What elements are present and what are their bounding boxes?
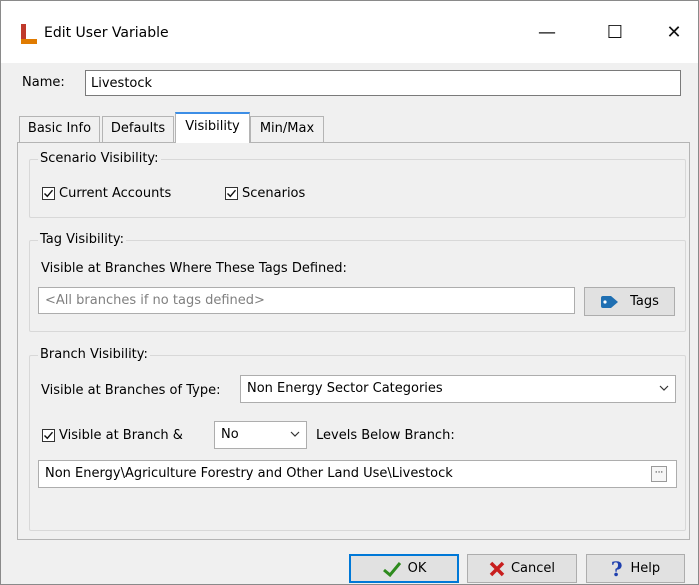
scenarios-label: Scenarios [242,186,306,201]
tab-visibility[interactable]: Visibility [175,112,250,143]
visible-at-branch-label: Visible at Branch & [59,428,183,443]
name-input[interactable] [85,70,681,96]
title-bar[interactable]: Edit User Variable — ☐ ✕ [1,1,698,63]
checkbox-box[interactable] [42,429,55,442]
close-button[interactable]: ✕ [651,17,697,49]
branch-type-dropdown[interactable]: Non Energy Sector Categories [240,375,676,403]
tab-defaults[interactable]: Defaults [102,116,174,143]
window-title: Edit User Variable [44,25,169,41]
branch-type-label: Visible at Branches of Type: [41,383,221,398]
minimize-button[interactable]: — [524,17,570,49]
dialog-window: Edit User Variable — ☐ ✕ Name: Basic Inf… [0,0,699,585]
checkbox-box[interactable] [225,187,238,200]
tab-basic-info[interactable]: Basic Info [19,116,100,143]
checkbox-box[interactable] [42,187,55,200]
current-accounts-label: Current Accounts [59,186,172,201]
scenarios-checkbox[interactable]: Scenarios [225,186,305,201]
cancel-button[interactable]: Cancel [467,554,577,583]
chevron-down-icon [659,385,669,391]
help-label: Help [630,561,661,576]
levels-dropdown[interactable]: No [214,421,307,449]
cancel-x-icon [489,561,505,576]
tags-button[interactable]: Tags [584,287,675,316]
branch-type-value: Non Energy Sector Categories [247,381,443,396]
levels-below-branch-label: Levels Below Branch: [316,428,455,443]
chevron-down-icon [290,431,300,437]
tags-button-label: Tags [630,294,659,309]
branch-visibility-title: Branch Visibility: [38,347,150,362]
current-accounts-checkbox[interactable]: Current Accounts [42,186,171,201]
branch-path-value: Non Energy\Agriculture Forestry and Othe… [45,466,453,481]
tab-min-max[interactable]: Min/Max [250,116,324,143]
browse-branch-button[interactable]: ··· [651,466,667,482]
tag-visibility-subtitle: Visible at Branches Where These Tags Def… [41,261,347,276]
checkmark-icon [382,561,401,577]
ok-label: OK [407,561,427,576]
checkmark-icon [44,189,54,198]
app-logo-icon [21,24,37,44]
checkmark-icon [44,431,54,440]
scenario-visibility-title: Scenario Visibility: [38,151,161,166]
cancel-label: Cancel [510,561,556,576]
tag-visibility-title: Tag Visibility: [38,232,127,247]
tags-field[interactable]: <All branches if no tags defined> [38,287,575,314]
tag-icon [601,295,619,308]
branch-path-field[interactable]: Non Energy\Agriculture Forestry and Othe… [38,460,677,488]
levels-value: No [221,427,239,442]
ok-button[interactable]: OK [349,554,459,583]
help-question-icon: ? [610,556,623,581]
maximize-button[interactable]: ☐ [592,17,638,49]
help-button[interactable]: ? Help [586,554,685,583]
tag-visibility-group [29,240,686,332]
name-label: Name: [22,75,65,90]
checkmark-icon [227,189,237,198]
visible-at-branch-checkbox[interactable]: Visible at Branch & [42,428,183,443]
